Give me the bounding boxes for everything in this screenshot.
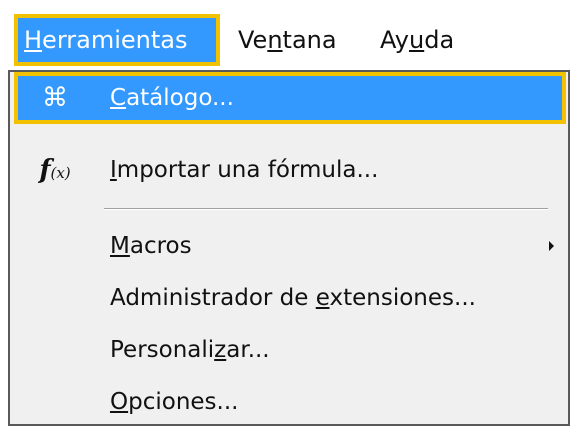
command-icon: ⌘ — [42, 83, 68, 113]
menu-ayuda[interactable]: Ayuda — [380, 14, 454, 66]
menu-item-macros[interactable]: Macros — [14, 220, 566, 272]
menu-ventana[interactable]: Ventana — [238, 14, 337, 66]
menu-bar: Herramientas Ventana Ayuda — [4, 4, 570, 74]
herramientas-dropdown: ⌘ Catálogo... f(x) Importar una fórmula.… — [8, 70, 570, 426]
menu-item-label: Personalizar... — [110, 337, 270, 363]
menu-herramientas[interactable]: Herramientas — [14, 14, 220, 66]
menu-item-label: Macros — [110, 233, 192, 259]
menu-item-administrador-extensiones[interactable]: Administrador de extensiones... — [14, 272, 566, 324]
screenshot-frame: Herramientas Ventana Ayuda ⌘ Catálogo...… — [0, 0, 576, 435]
menu-item-catalogo[interactable]: ⌘ Catálogo... — [14, 72, 566, 124]
menu-item-personalizar[interactable]: Personalizar... — [14, 324, 566, 376]
submenu-arrow-icon — [549, 241, 554, 251]
formula-icon: f(x) — [39, 155, 71, 185]
menu-item-importar-formula[interactable]: f(x) Importar una fórmula... — [14, 144, 566, 196]
menu-separator — [104, 208, 548, 210]
menu-item-label: Catálogo... — [110, 85, 234, 111]
menu-item-label: Opciones... — [110, 389, 239, 415]
menu-item-label: Importar una fórmula... — [110, 157, 379, 183]
menu-item-label: Administrador de extensiones... — [110, 285, 476, 311]
menu-item-opciones[interactable]: Opciones... — [14, 376, 566, 428]
